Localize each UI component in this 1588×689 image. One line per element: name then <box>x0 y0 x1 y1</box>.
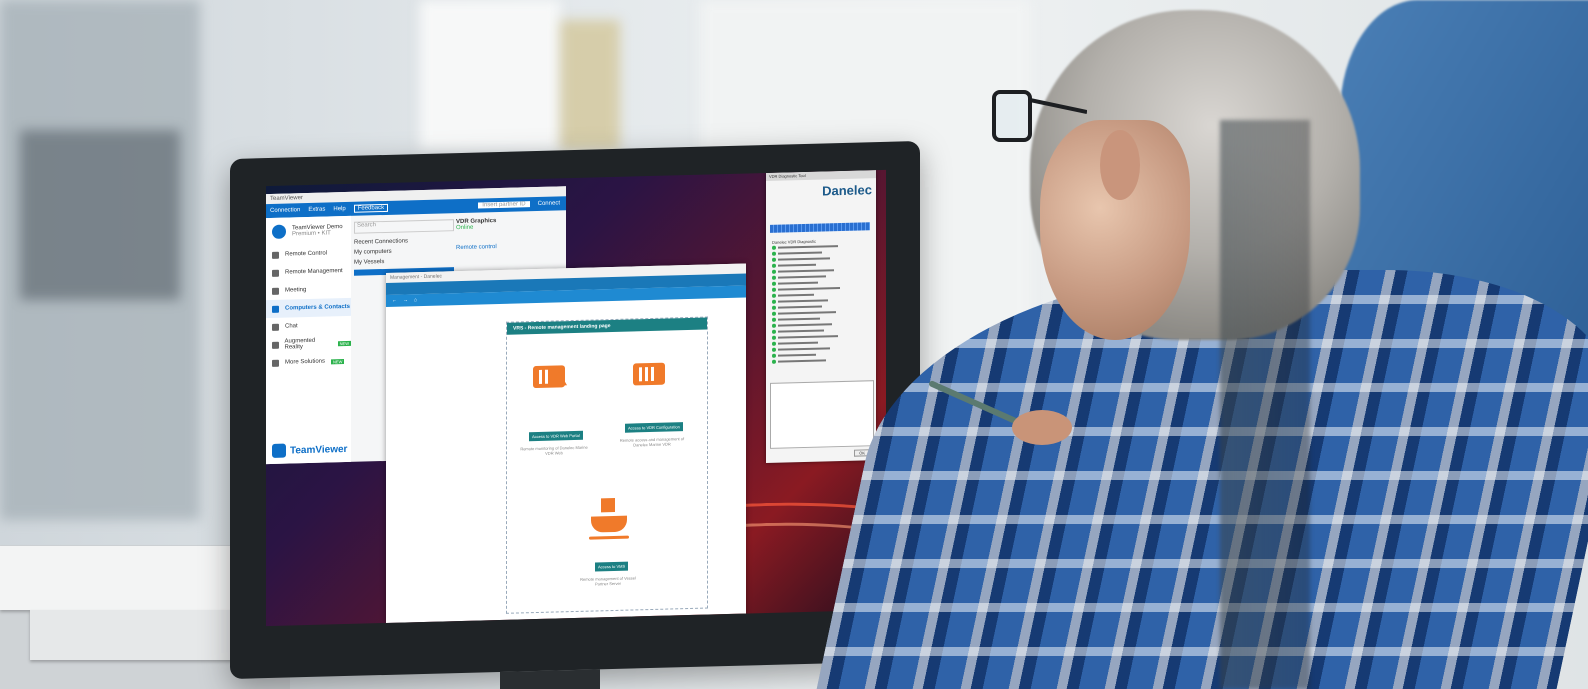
vdr-web-portal-caption: Remote monitoring of Danelec Marine VDR … <box>520 444 588 456</box>
monitor-screen: TeamViewer Connection Extras Help Feedba… <box>266 169 886 627</box>
menu-connection[interactable]: Connection <box>270 207 300 214</box>
sidebar-item-label: Meeting <box>285 287 307 294</box>
background-monitor <box>20 130 180 300</box>
brand-name: TeamViewer <box>290 443 348 456</box>
menu-feedback[interactable]: Feedback <box>353 203 389 213</box>
chat-icon <box>272 323 279 331</box>
sidebar-item-label: More Solutions <box>285 358 326 366</box>
sidebar-item-label: Remote Management <box>285 268 343 276</box>
sidebar-item-chat[interactable]: Chat <box>266 316 351 336</box>
monitor-stand <box>500 669 600 689</box>
avatar <box>272 224 286 239</box>
teamviewer-brand: TeamViewer <box>272 442 347 458</box>
access-vdr-configuration-button[interactable]: Access to VDR Configuration <box>625 422 683 433</box>
office-photo: TeamViewer Connection Extras Help Feedba… <box>0 0 1588 689</box>
ear <box>1100 130 1140 200</box>
forward-icon[interactable]: → <box>403 297 408 303</box>
status-bar <box>770 222 870 233</box>
user-profile[interactable]: TeamViewer Demo Premium • KIT <box>266 216 351 246</box>
new-badge: NEW <box>331 358 345 364</box>
teamviewer-sidebar: TeamViewer Demo Premium • KIT Remote Con… <box>266 215 351 465</box>
landing-card: VRS - Remote management landing page Acc… <box>506 316 708 614</box>
danelec-logo: Danelec <box>822 182 872 199</box>
sidebar-item-augmented-reality[interactable]: Augmented Reality NEW <box>266 334 351 354</box>
sidebar-item-label: Computers & Contacts <box>285 303 351 312</box>
connect-button[interactable]: Connect <box>538 200 566 207</box>
danelec-titlebar: VDR Diagnostic Tool <box>766 170 876 181</box>
paper-stack <box>0 546 255 610</box>
contacts-list: Search Recent Connections My computers M… <box>354 219 454 276</box>
card-title: VRS - Remote management landing page <box>507 317 707 335</box>
user-status: Premium • KIT <box>292 230 331 238</box>
home-icon[interactable]: ⌂ <box>414 297 417 303</box>
vms-caption: Remote management of Vessel Partner Serv… <box>580 575 636 587</box>
ar-icon <box>272 341 279 349</box>
glasses-icon <box>992 90 1087 142</box>
meeting-icon <box>272 287 279 295</box>
teamviewer-logo-icon <box>272 443 286 458</box>
vdr-warning-icon <box>529 359 569 394</box>
detail-pane: VDR Graphics Online Remote control <box>456 216 556 251</box>
detail-status: Online <box>456 224 474 232</box>
menu-help[interactable]: Help <box>333 206 345 212</box>
back-icon[interactable]: ← <box>392 298 397 304</box>
sidebar-item-computers-contacts[interactable]: Computers & Contacts <box>266 297 351 319</box>
ship-icon <box>587 490 631 551</box>
sidebar-item-label: Augmented Reality <box>284 337 316 351</box>
remote-control-link[interactable]: Remote control <box>456 242 556 251</box>
properties-panel <box>770 380 874 449</box>
hand <box>1012 410 1072 445</box>
diagnostic-tree: Danelec VDR Diagnostic <box>772 236 870 365</box>
contacts-icon <box>272 305 279 313</box>
sidebar-item-remote-management[interactable]: Remote Management <box>266 262 351 282</box>
background-object <box>560 20 620 150</box>
background-window <box>420 0 560 150</box>
sidebar-item-meeting[interactable]: Meeting <box>266 280 351 300</box>
access-vdr-web-portal-button[interactable]: Access to VDR Web Portal <box>529 430 583 442</box>
access-vms-button[interactable]: Access to VMS <box>595 561 629 572</box>
management-window: Management - Danelec ← → ⌂ VRS - Remote … <box>386 263 746 623</box>
partner-id-input[interactable]: Insert partner ID <box>478 201 530 209</box>
sidebar-item-more-solutions[interactable]: More Solutions NEW <box>266 352 351 372</box>
new-badge: NEW <box>337 340 351 346</box>
glass-partition-frame <box>1220 120 1310 689</box>
danelec-window: VDR Diagnostic Tool Danelec Danelec VDR … <box>766 170 876 463</box>
sidebar-item-label: Remote Control <box>285 250 328 258</box>
vdr-configuration-caption: Remote access and management of Danelec … <box>619 436 685 448</box>
remote-management-icon <box>272 269 279 277</box>
remote-control-icon <box>272 251 279 259</box>
sidebar-item-label: Chat <box>285 323 298 330</box>
menu-extras[interactable]: Extras <box>308 207 325 213</box>
vdr-device-icon <box>629 357 669 392</box>
more-solutions-icon <box>272 359 279 367</box>
sidebar-item-remote-control[interactable]: Remote Control <box>266 244 351 264</box>
monitor: TeamViewer Connection Extras Help Feedba… <box>230 140 920 689</box>
